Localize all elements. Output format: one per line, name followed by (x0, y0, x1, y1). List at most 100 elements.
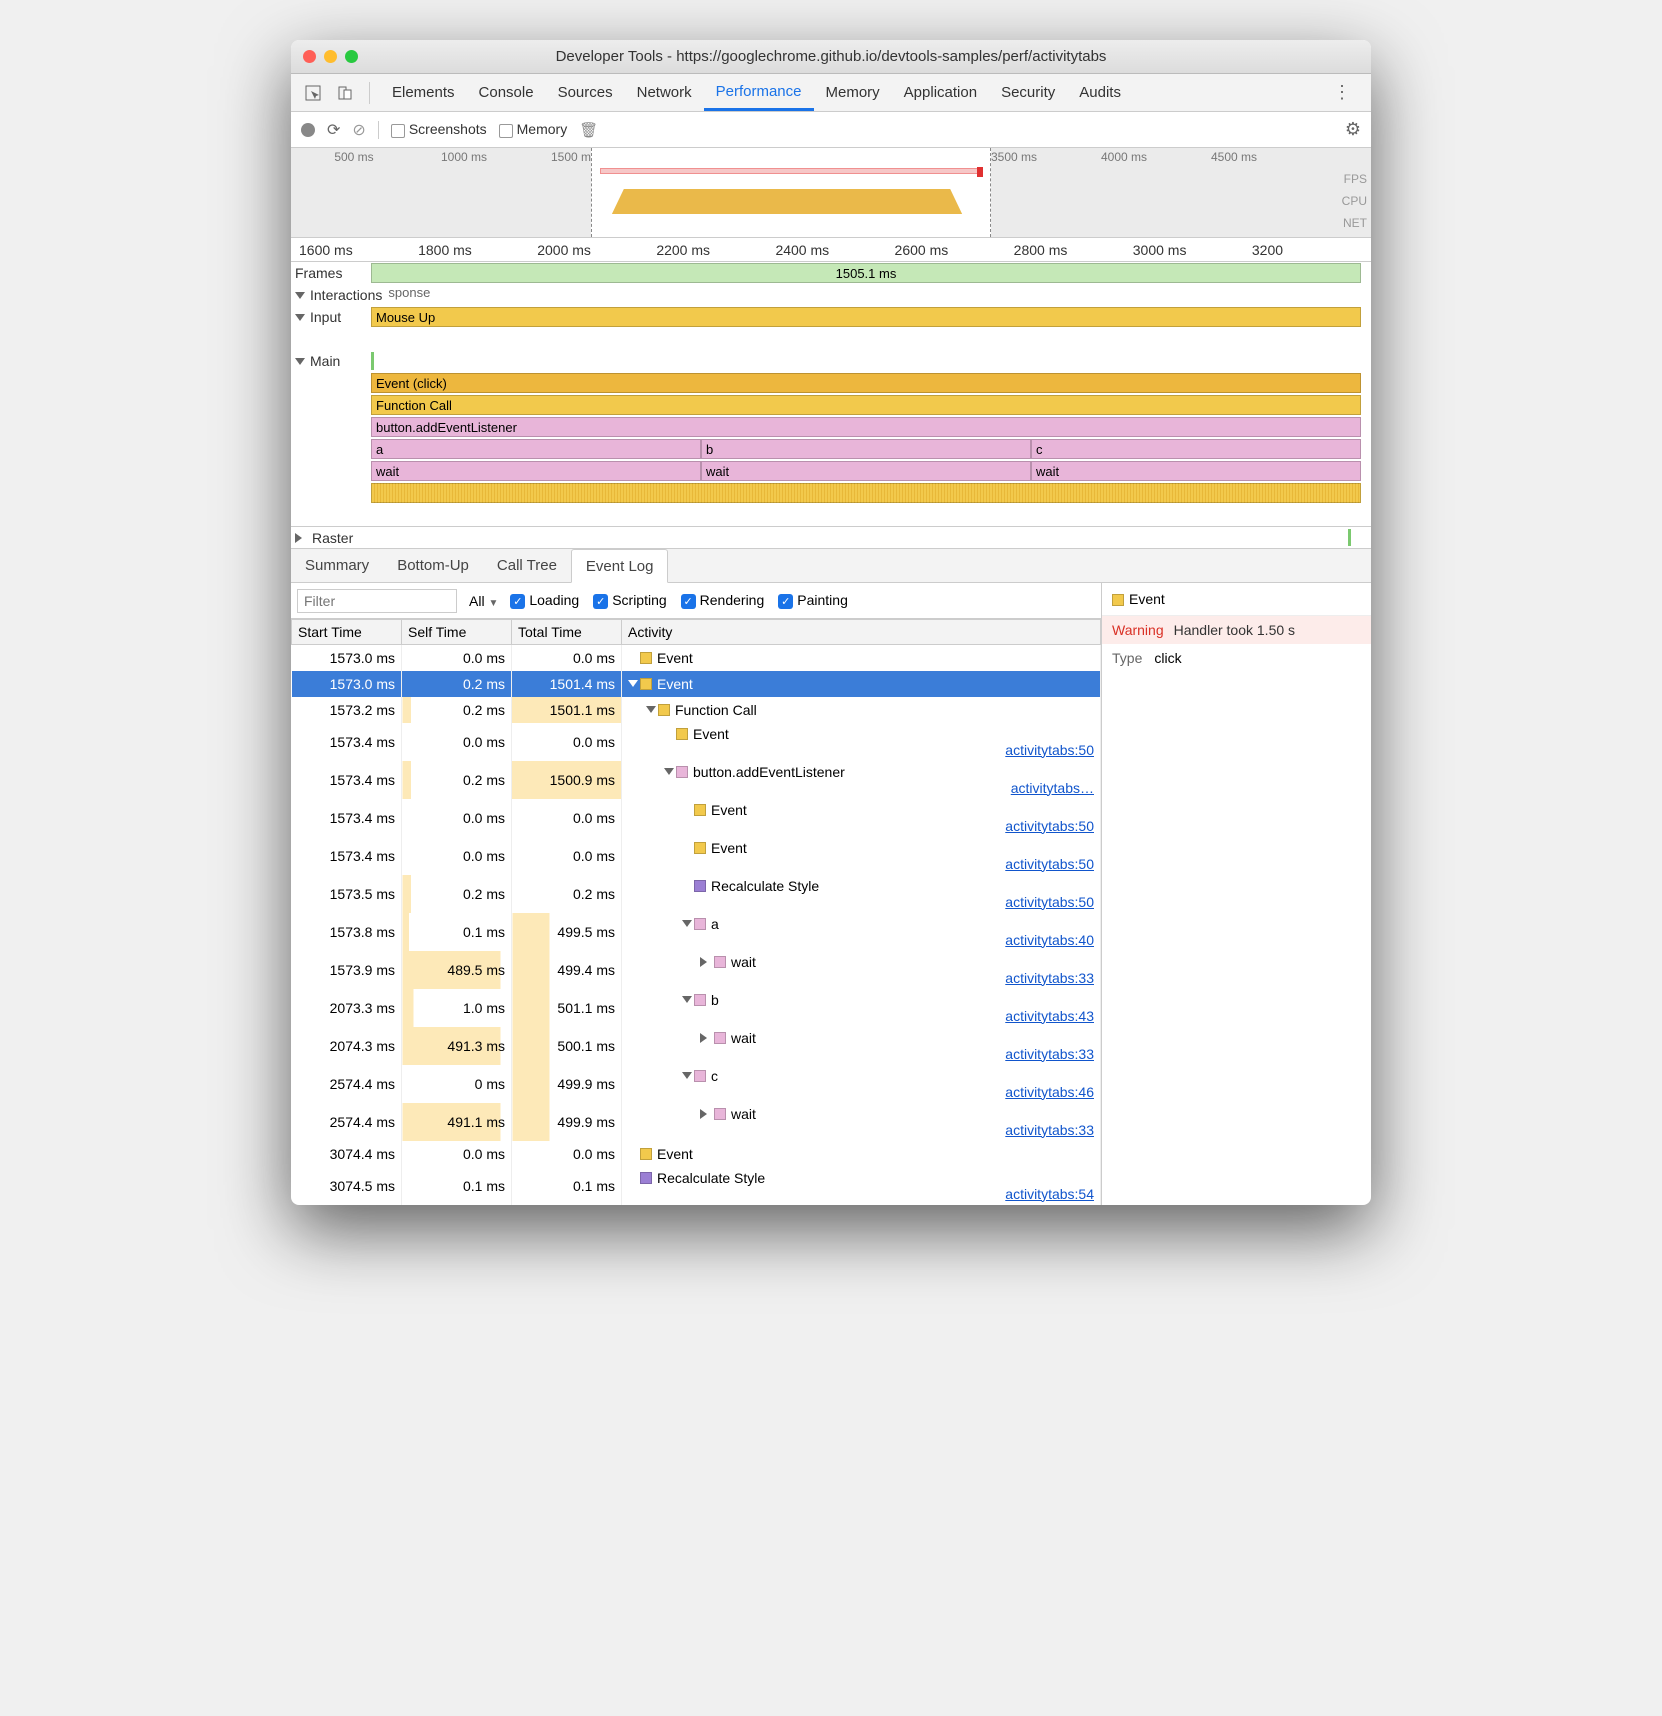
source-link[interactable]: activitytabs:50 (1005, 856, 1094, 872)
memory-checkbox[interactable]: Memory (499, 121, 568, 137)
devtools-window: Developer Tools - https://googlechrome.g… (291, 40, 1371, 1205)
tab-performance[interactable]: Performance (704, 74, 814, 111)
close-icon[interactable] (303, 50, 316, 63)
table-row[interactable]: 1573.5 ms0.2 ms0.2 msRecalculate Styleac… (292, 875, 1101, 913)
source-link[interactable]: activitytabs:54 (1005, 1186, 1094, 1202)
col-self-time[interactable]: Self Time (402, 620, 512, 645)
frame-bar[interactable]: 1505.1 ms (371, 263, 1361, 283)
col-activity[interactable]: Activity (622, 620, 1101, 645)
table-row[interactable]: 1573.9 ms489.5 ms499.4 mswaitactivitytab… (292, 951, 1101, 989)
tab-audits[interactable]: Audits (1067, 74, 1133, 111)
table-row[interactable]: 1573.4 ms0.0 ms0.0 msEventactivitytabs:5… (292, 837, 1101, 875)
tab-sources[interactable]: Sources (546, 74, 625, 111)
table-row[interactable]: 2574.4 ms491.1 ms499.9 mswaitactivitytab… (292, 1103, 1101, 1141)
table-row[interactable]: 1573.0 ms0.2 ms1501.4 msEvent (292, 671, 1101, 697)
main-tabs: ElementsConsoleSourcesNetworkPerformance… (291, 74, 1371, 112)
zoom-icon[interactable] (345, 50, 358, 63)
bottom-tabs: SummaryBottom-UpCall TreeEvent Log (291, 549, 1371, 583)
subtab-summary[interactable]: Summary (291, 549, 383, 582)
table-row[interactable]: 2074.3 ms491.3 ms500.1 mswaitactivitytab… (292, 1027, 1101, 1065)
category-all[interactable]: All ▼ (469, 593, 498, 609)
cat-loading[interactable]: Loading (510, 592, 579, 608)
record-icon[interactable] (301, 123, 315, 137)
tab-memory[interactable]: Memory (814, 74, 892, 111)
overview-pane[interactable]: 500 ms1000 ms1500 ms2000 ms2500 ms3000 m… (291, 148, 1371, 238)
table-row[interactable]: 1573.4 ms0.0 ms0.0 msEventactivitytabs:5… (292, 799, 1101, 837)
table-row[interactable]: 1573.4 ms0.2 ms1500.9 msbutton.addEventL… (292, 761, 1101, 799)
subtab-event-log[interactable]: Event Log (571, 549, 669, 583)
table-row[interactable]: 1573.0 ms0.0 ms0.0 msEvent (292, 645, 1101, 671)
source-link[interactable]: activitytabs:50 (1005, 894, 1094, 910)
source-link[interactable]: activitytabs:33 (1005, 1122, 1094, 1138)
table-row[interactable]: 1573.4 ms0.0 ms0.0 msEventactivitytabs:5… (292, 723, 1101, 761)
source-link[interactable]: activitytabs:40 (1005, 932, 1094, 948)
flame-chart: Frames1505.1 ms Interactionssponse Input… (291, 262, 1371, 549)
inspect-icon[interactable] (299, 80, 327, 106)
source-link[interactable]: activitytabs:46 (1005, 1084, 1094, 1100)
trash-icon[interactable]: 🗑 (579, 121, 598, 139)
table-row[interactable]: 1573.2 ms0.2 ms1501.1 msFunction Call (292, 697, 1101, 723)
b-bar[interactable]: b (701, 439, 1031, 459)
tab-console[interactable]: Console (467, 74, 546, 111)
interactions-label[interactable]: Interactions (291, 284, 386, 306)
fn-bar[interactable]: Function Call (371, 395, 1361, 415)
table-row[interactable]: 2073.3 ms1.0 ms501.1 msbactivitytabs:43 (292, 989, 1101, 1027)
table-row[interactable]: 3074.5 ms0.1 ms0.1 msRecalculate Styleac… (292, 1167, 1101, 1205)
timeline-ticks: 1600 ms1800 ms2000 ms2200 ms2400 ms2600 … (291, 238, 1371, 262)
source-link[interactable]: activitytabs:50 (1005, 818, 1094, 834)
details-header: Event (1102, 583, 1371, 616)
cat-painting[interactable]: Painting (778, 592, 848, 608)
source-link[interactable]: activitytabs:50 (1005, 742, 1094, 758)
main-label[interactable]: Main (291, 350, 371, 372)
perf-toolbar: ⟳ ⊘ Screenshots Memory 🗑 ⚙ (291, 112, 1371, 148)
gear-icon[interactable]: ⚙ (1345, 119, 1361, 140)
clear-icon[interactable]: ⊘ (352, 120, 365, 140)
filter-bar: All ▼ Loading Scripting Rendering Painting (291, 583, 1101, 619)
tab-elements[interactable]: Elements (380, 74, 467, 111)
source-link[interactable]: activitytabs… (1011, 780, 1094, 796)
raster-label[interactable]: Raster (291, 527, 371, 548)
type-row: Typeclick (1102, 644, 1371, 672)
cat-rendering[interactable]: Rendering (681, 592, 765, 608)
col-start-time[interactable]: Start Time (292, 620, 402, 645)
traffic-lights (303, 50, 358, 63)
minimize-icon[interactable] (324, 50, 337, 63)
window-title: Developer Tools - https://googlechrome.g… (291, 48, 1371, 65)
input-label[interactable]: Input (291, 306, 371, 328)
cat-scripting[interactable]: Scripting (593, 592, 666, 608)
c-bar[interactable]: c (1031, 439, 1361, 459)
stripe-bar[interactable] (371, 483, 1361, 503)
titlebar: Developer Tools - https://googlechrome.g… (291, 40, 1371, 74)
warning-row: WarningHandler took 1.50 s (1102, 616, 1371, 644)
table-row[interactable]: 2574.4 ms0 ms499.9 mscactivitytabs:46 (292, 1065, 1101, 1103)
event-bar[interactable]: Event (click) (371, 373, 1361, 393)
kebab-icon[interactable]: ⋮ (1321, 82, 1363, 103)
screenshots-checkbox[interactable]: Screenshots (391, 121, 487, 137)
subtab-bottom-up[interactable]: Bottom-Up (383, 549, 483, 582)
device-icon[interactable] (331, 80, 359, 106)
wait-bar[interactable]: wait (371, 461, 701, 481)
source-link[interactable]: activitytabs:33 (1005, 970, 1094, 986)
table-row[interactable]: 1573.8 ms0.1 ms499.5 msaactivitytabs:40 (292, 913, 1101, 951)
col-total-time[interactable]: Total Time (512, 620, 622, 645)
tab-security[interactable]: Security (989, 74, 1067, 111)
tab-application[interactable]: Application (892, 74, 989, 111)
source-link[interactable]: activitytabs:43 (1005, 1008, 1094, 1024)
overview-labels: FPSCPUNET (1342, 168, 1367, 234)
source-link[interactable]: activitytabs:33 (1005, 1046, 1094, 1062)
table-row[interactable]: 3074.4 ms0.0 ms0.0 msEvent (292, 1141, 1101, 1167)
mouseup-bar[interactable]: Mouse Up (371, 307, 1361, 327)
tab-network[interactable]: Network (625, 74, 704, 111)
reload-icon[interactable]: ⟳ (327, 120, 340, 140)
listener-bar[interactable]: button.addEventListener (371, 417, 1361, 437)
bottom-pane: All ▼ LoadingScriptingRenderingPainting … (291, 583, 1371, 1205)
wait-bar[interactable]: wait (701, 461, 1031, 481)
filter-input[interactable] (297, 589, 457, 613)
frames-label: Frames (291, 262, 371, 284)
a-bar[interactable]: a (371, 439, 701, 459)
details-pane: Event WarningHandler took 1.50 s Typecli… (1101, 583, 1371, 1205)
event-log-table: All ▼ LoadingScriptingRenderingPainting … (291, 583, 1101, 1205)
subtab-call-tree[interactable]: Call Tree (483, 549, 571, 582)
overview-selection[interactable] (591, 148, 991, 237)
wait-bar[interactable]: wait (1031, 461, 1361, 481)
